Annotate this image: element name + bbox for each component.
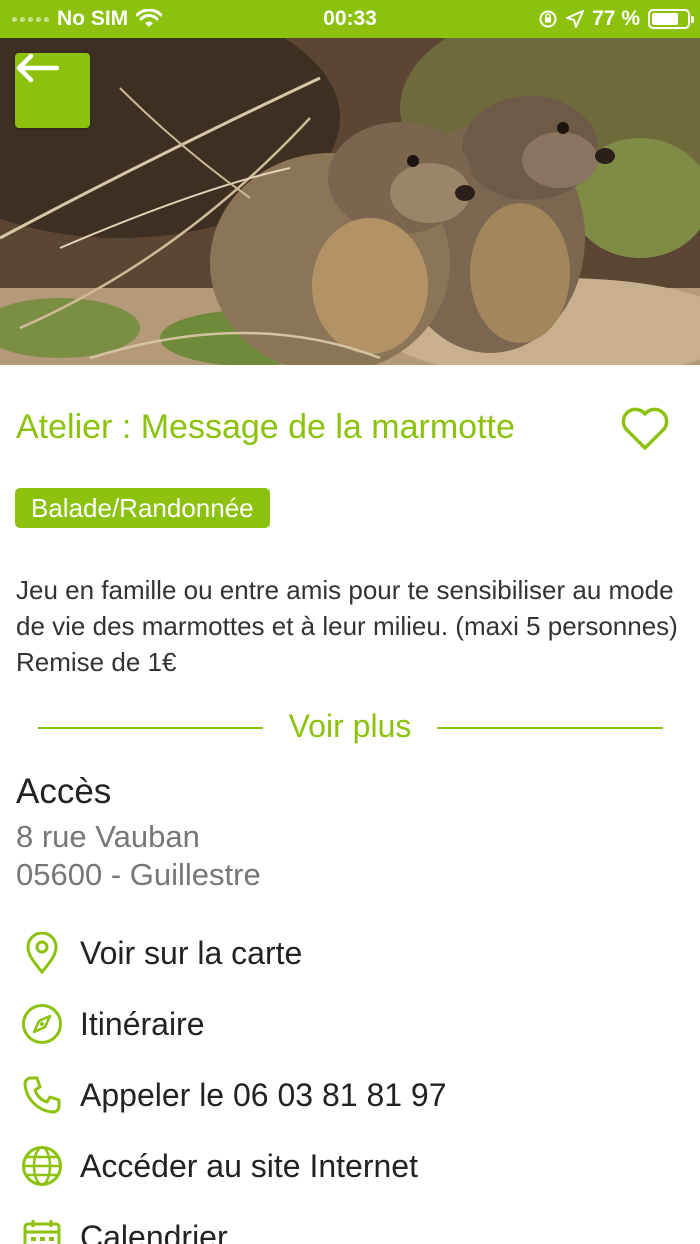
action-label: Calendrier bbox=[80, 1218, 228, 1244]
divider-left bbox=[38, 727, 263, 729]
action-label: Accéder au site Internet bbox=[80, 1147, 418, 1184]
action-website[interactable]: Accéder au site Internet bbox=[20, 1141, 680, 1191]
action-label: Appeler le 06 03 81 81 97 bbox=[80, 1076, 447, 1113]
category-badge: Balade/Randonnée bbox=[15, 488, 270, 528]
location-icon bbox=[566, 10, 585, 28]
compass-icon bbox=[20, 1002, 64, 1046]
voir-plus-row: Voir plus bbox=[38, 706, 663, 750]
hero-image bbox=[0, 38, 700, 365]
calendar-icon bbox=[20, 1215, 64, 1244]
arrow-left-icon bbox=[16, 53, 59, 83]
phone-icon bbox=[20, 1073, 64, 1117]
battery-fill bbox=[652, 13, 679, 25]
action-calendar[interactable]: Calendrier bbox=[20, 1212, 680, 1244]
activity-description: Jeu en famille ou entre amis pour te sen… bbox=[16, 575, 678, 677]
address-city: 05600 - Guillestre bbox=[16, 857, 261, 892]
action-itinerary[interactable]: Itinéraire bbox=[20, 999, 680, 1049]
voir-plus-button[interactable]: Voir plus bbox=[263, 708, 437, 745]
action-label: Itinéraire bbox=[80, 1005, 205, 1042]
globe-icon bbox=[20, 1144, 64, 1188]
back-button[interactable] bbox=[15, 53, 90, 128]
address: 8 rue Vauban 05600 - Guillestre bbox=[16, 818, 261, 894]
action-call[interactable]: Appeler le 06 03 81 81 97 bbox=[20, 1070, 680, 1120]
action-map[interactable]: Voir sur la carte bbox=[20, 928, 680, 978]
status-right: 77 % bbox=[538, 0, 694, 38]
address-street: 8 rue Vauban bbox=[16, 819, 200, 854]
activity-title: Atelier : Message de la marmotte bbox=[16, 408, 515, 446]
access-heading: Accès bbox=[16, 772, 112, 811]
action-label: Voir sur la carte bbox=[80, 934, 303, 971]
marmots-illustration bbox=[0, 38, 700, 365]
favorite-heart-icon[interactable] bbox=[620, 406, 670, 452]
battery-icon bbox=[648, 9, 694, 29]
status-bar: No SIM 00:33 77 % bbox=[0, 0, 700, 38]
map-pin-icon bbox=[20, 931, 64, 975]
battery-percent: 77 % bbox=[592, 7, 640, 30]
divider-right bbox=[437, 727, 663, 729]
orientation-lock-icon bbox=[539, 10, 557, 28]
